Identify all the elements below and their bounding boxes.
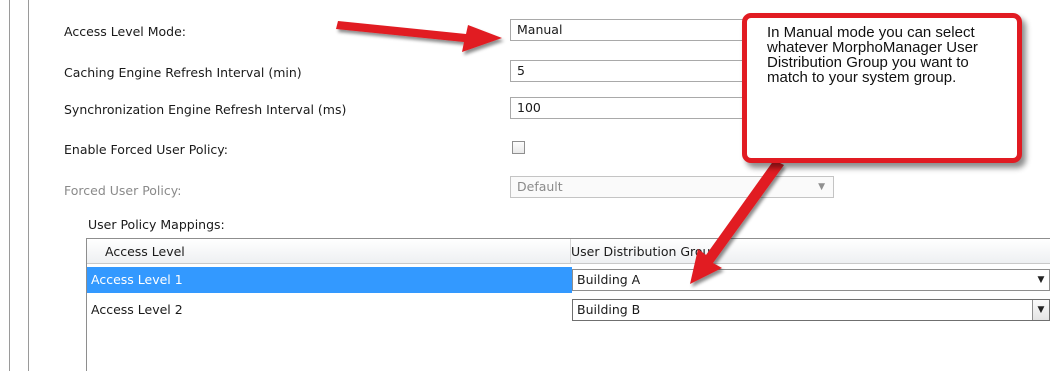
callout-text: In Manual mode you can select whatever M… [767,24,978,86]
annotation-callout: In Manual mode you can select whatever M… [742,13,1022,163]
red-arrow-annotation [690,160,784,284]
red-arrow-annotation [336,21,502,52]
